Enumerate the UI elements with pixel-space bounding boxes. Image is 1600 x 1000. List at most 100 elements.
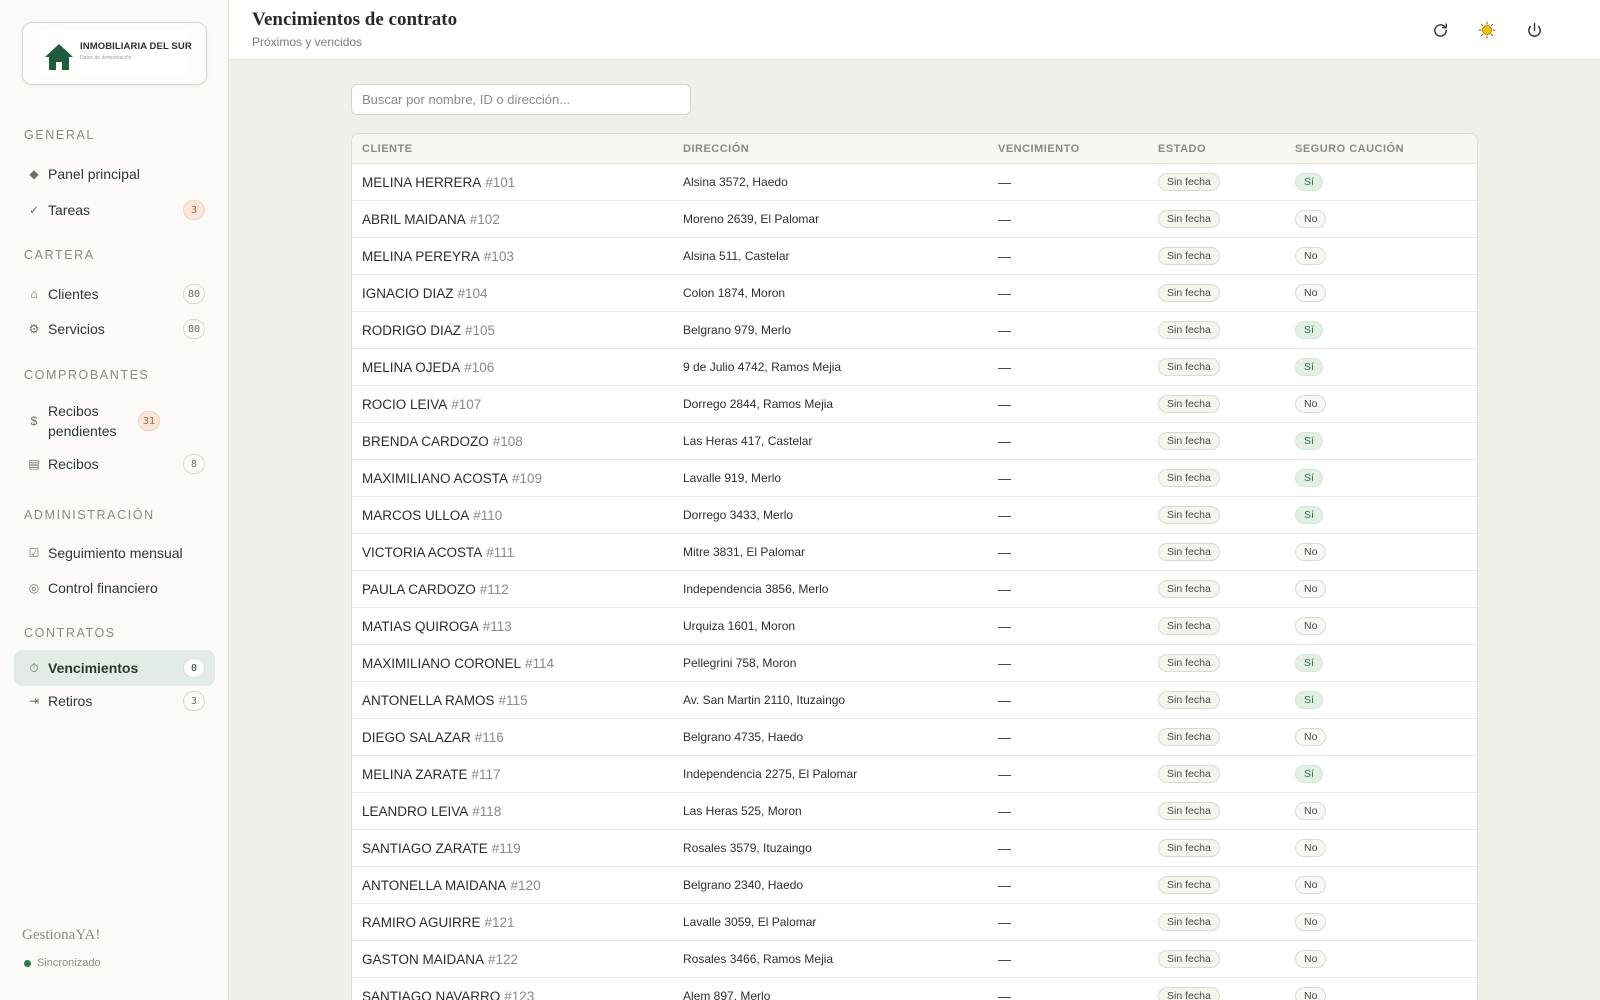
client-name: MELINA OJEDA: [362, 359, 461, 375]
status-badge: Sin fecha: [1158, 247, 1220, 265]
client-name: RAMIRO AGUIRRE: [362, 914, 481, 930]
insurance-badge: Sí: [1295, 432, 1323, 450]
checkbox-icon: ☑: [28, 546, 40, 560]
insurance-cell: No: [1295, 534, 1327, 570]
table-row[interactable]: SANTIAGO ZARATE #119 Rosales 3579, Ituzain…: [352, 830, 1477, 867]
status-badge: Sin fecha: [1158, 802, 1220, 820]
column-header-insurance[interactable]: SEGURO CAUCIÓN: [1295, 143, 1404, 155]
table-row[interactable]: MAXIMILIANO ACOSTA #109 Lavalle 919, Merlo…: [352, 460, 1477, 497]
table-row[interactable]: MATIAS QUIROGA #113 Urquiza 1601, Moron — Si…: [352, 608, 1477, 645]
sidebar-item[interactable]: ⇥ Retiros 3: [14, 685, 215, 717]
insurance-badge: No: [1295, 395, 1327, 413]
client-name: IGNACIO DIAZ: [362, 285, 454, 301]
client-id: #103: [483, 248, 514, 264]
logo: INMOBILIARIA DEL SUR Datos de demostraci…: [40, 30, 192, 78]
sidebar-item[interactable]: ⚙ Servicios 80: [14, 313, 215, 345]
refresh-button[interactable]: [1425, 15, 1455, 45]
logo-card[interactable]: INMOBILIARIA DEL SUR Datos de demostraci…: [22, 22, 207, 85]
client-name: DIEGO SALAZAR: [362, 729, 471, 745]
sidebar-item[interactable]: ✓ Tareas 3: [14, 194, 215, 226]
due-date-cell: —: [998, 174, 1011, 190]
due-date-cell: —: [998, 729, 1011, 745]
column-header-due-date[interactable]: VENCIMIENTO: [998, 143, 1080, 155]
table-row[interactable]: RODRIGO DIAZ #105 Belgrano 979, Merlo — Sin …: [352, 312, 1477, 349]
sidebar-item-label: Vencimientos: [48, 660, 139, 676]
table-row[interactable]: VICTORIA ACOSTA #111 Mitre 3831, El Paloma…: [352, 534, 1477, 571]
section-title: COMPROBANTES: [24, 368, 150, 382]
due-date-cell: —: [998, 433, 1011, 449]
insurance-cell: No: [1295, 608, 1327, 644]
insurance-cell: Sí: [1295, 756, 1323, 792]
client-name: SANTIAGO NAVARRO: [362, 988, 501, 1000]
status-badge: Sin fecha: [1158, 321, 1220, 339]
table-header: CLIENTE DIRECCIÓN VENCIMIENTO ESTADO SEG…: [352, 134, 1477, 164]
insurance-cell: Sí: [1295, 312, 1323, 348]
client-id: #104: [457, 285, 488, 301]
client-id: #122: [488, 951, 519, 967]
client-cell: PAULA CARDOZO #112: [362, 571, 509, 607]
logo-subtitle: Datos de demostración: [80, 55, 132, 61]
sun-icon: [1478, 21, 1496, 39]
client-id: #102: [469, 211, 500, 227]
due-date-cell: —: [998, 618, 1011, 634]
client-cell: MARCOS ULLOA #110: [362, 497, 502, 533]
table-row[interactable]: ROCIO LEIVA #107 Dorrego 2844, Ramos Mejia…: [352, 386, 1477, 423]
table-row[interactable]: ANTONELLA RAMOS #115 Av. San Martin 2110, …: [352, 682, 1477, 719]
table-row[interactable]: MELINA PEREYRA #103 Alsina 511, Castelar — S…: [352, 238, 1477, 275]
client-cell: ABRIL MAIDANA #102: [362, 201, 500, 237]
sidebar-item[interactable]: ▤ Recibos 8: [14, 448, 215, 480]
client-id: #114: [525, 655, 555, 671]
insurance-badge: No: [1295, 987, 1327, 1000]
due-date-cell: —: [998, 655, 1011, 671]
table-row[interactable]: MELINA HERRERA #101 Alsina 3572, Haedo — Sin…: [352, 164, 1477, 201]
sidebar-item[interactable]: ⏱ Vencimientos 0: [14, 650, 215, 686]
client-cell: ANTONELLA RAMOS #115: [362, 682, 528, 718]
status-badge: Sin fecha: [1158, 395, 1220, 413]
table-row[interactable]: LEANDRO LEIVA #118 Las Heras 525, Moron — Si…: [352, 793, 1477, 830]
insurance-cell: Sí: [1295, 682, 1323, 718]
column-header-client[interactable]: CLIENTE: [362, 143, 413, 155]
status-badge: Sin fecha: [1158, 876, 1220, 894]
logo-title: INMOBILIARIA DEL SUR: [80, 41, 192, 52]
table-row[interactable]: GASTON MAIDANA #122 Rosales 3466, Ramos Me…: [352, 941, 1477, 978]
exit-icon: ⇥: [28, 694, 40, 708]
table-row[interactable]: MAXIMILIANO CORONEL #114 Pellegrini 758, M…: [352, 645, 1477, 682]
status-cell: Sin fecha: [1158, 756, 1220, 792]
search-input[interactable]: [351, 84, 691, 115]
table-row[interactable]: MELINA OJEDA #106 9 de Julio 4742, Ramos M…: [352, 349, 1477, 386]
client-name: PAULA CARDOZO: [362, 581, 476, 597]
table-row[interactable]: ABRIL MAIDANA #102 Moreno 2639, El Palomar…: [352, 201, 1477, 238]
table-row[interactable]: IGNACIO DIAZ #104 Colon 1874, Moron — Sin fe…: [352, 275, 1477, 312]
client-id: #116: [474, 729, 504, 745]
client-cell: DIEGO SALAZAR #116: [362, 719, 504, 755]
sidebar-item[interactable]: ☑ Seguimiento mensual: [14, 537, 215, 569]
address-cell: Moreno 2639, El Palomar: [683, 212, 820, 226]
table-row[interactable]: PAULA CARDOZO #112 Independencia 3856, Mer…: [352, 571, 1477, 608]
status-badge: Sin fecha: [1158, 469, 1220, 487]
client-id: #113: [482, 618, 512, 634]
logout-button[interactable]: [1519, 15, 1549, 45]
theme-toggle-button[interactable]: [1472, 15, 1502, 45]
column-header-status[interactable]: ESTADO: [1158, 143, 1206, 155]
client-name: ABRIL MAIDANA: [362, 211, 466, 227]
client-name: MAXIMILIANO CORONEL: [362, 655, 522, 671]
due-date-cell: —: [998, 285, 1011, 301]
table-row[interactable]: MELINA ZARATE #117 Independencia 2275, El …: [352, 756, 1477, 793]
power-icon: [1527, 22, 1541, 37]
sidebar-item[interactable]: ◎ Control financiero: [14, 572, 215, 604]
sidebar-item[interactable]: ⌂ Clientes 80: [14, 278, 215, 310]
table-row[interactable]: SANTIAGO NAVARRO #123 Alem 897, Merlo — Sin …: [352, 978, 1477, 1000]
table-row[interactable]: MARCOS ULLOA #110 Dorrego 3433, Merlo — Sin …: [352, 497, 1477, 534]
table-row[interactable]: DIEGO SALAZAR #116 Belgrano 4735, Haedo — Si…: [352, 719, 1477, 756]
table-row[interactable]: BRENDA CARDOZO #108 Las Heras 417, Castela…: [352, 423, 1477, 460]
sidebar-item[interactable]: ◆ Panel principal: [14, 158, 215, 190]
status-cell: Sin fecha: [1158, 201, 1220, 237]
sidebar-item[interactable]: $ Recibos pendientes 31: [14, 399, 215, 443]
status-cell: Sin fecha: [1158, 164, 1220, 200]
column-header-address[interactable]: DIRECCIÓN: [683, 143, 749, 155]
insurance-cell: No: [1295, 719, 1327, 755]
table-row[interactable]: RAMIRO AGUIRRE #121 Lavalle 3059, El Palom…: [352, 904, 1477, 941]
insurance-badge: No: [1295, 913, 1327, 931]
insurance-cell: Sí: [1295, 423, 1323, 459]
table-row[interactable]: ANTONELLA MAIDANA #120 Belgrano 2340, Haed…: [352, 867, 1477, 904]
